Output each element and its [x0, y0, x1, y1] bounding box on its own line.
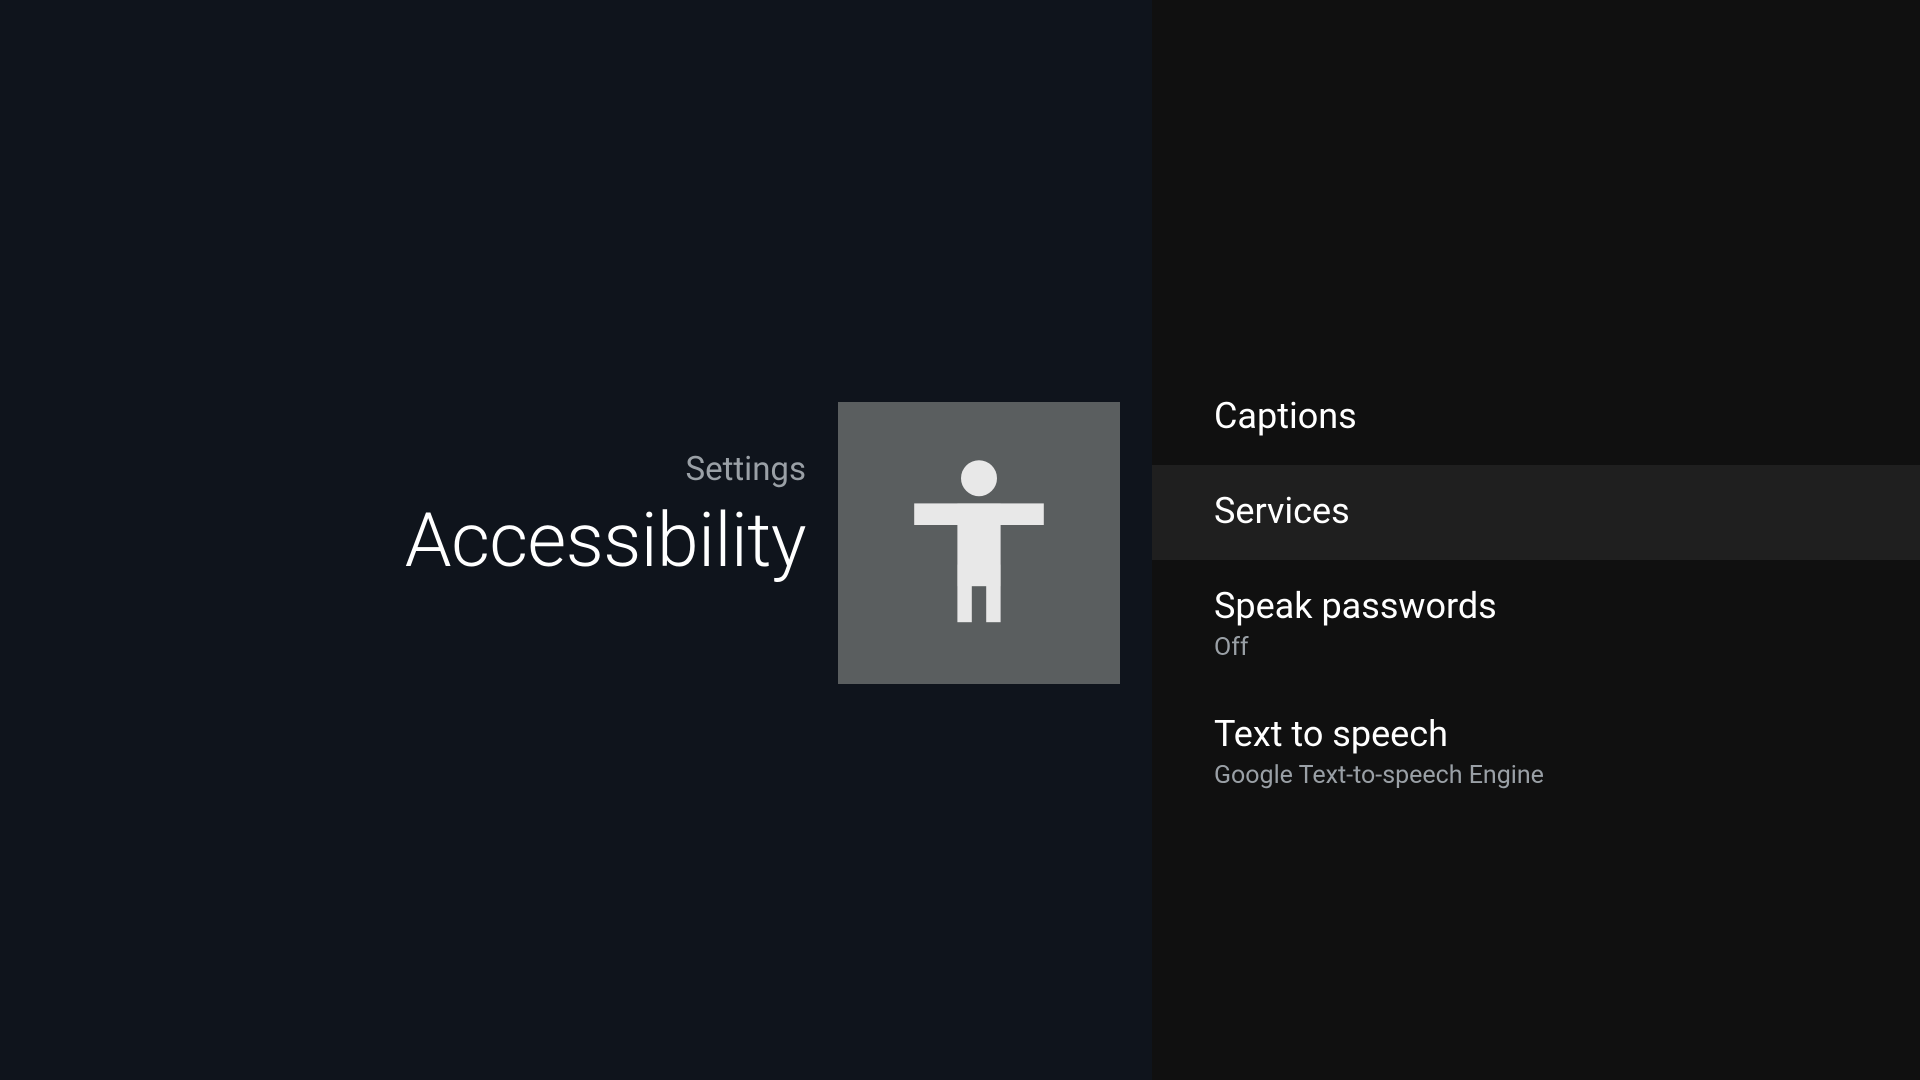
menu-item-speak-passwords[interactable]: Speak passwords Off: [1152, 560, 1920, 688]
settings-screen: Settings Accessibility Captions Services: [0, 0, 1920, 1080]
breadcrumb: Settings: [405, 450, 806, 489]
menu-pane: Captions Services Speak passwords Off Te…: [1152, 0, 1920, 1080]
header-block: Settings Accessibility: [405, 402, 1120, 684]
left-pane: Settings Accessibility: [0, 0, 1152, 1080]
header-text: Settings Accessibility: [405, 402, 806, 585]
menu-item-title: Captions: [1214, 394, 1858, 439]
menu-item-subtitle: Google Text-to-speech Engine: [1214, 761, 1858, 790]
accessibility-icon: [889, 453, 1069, 633]
menu-item-title: Services: [1214, 489, 1858, 534]
menu-item-text-to-speech[interactable]: Text to speech Google Text-to-speech Eng…: [1152, 688, 1920, 816]
page-title: Accessibility: [405, 497, 806, 585]
menu-item-title: Speak passwords: [1214, 584, 1858, 629]
menu-item-captions[interactable]: Captions: [1152, 370, 1920, 465]
menu-item-services[interactable]: Services: [1152, 465, 1920, 560]
accessibility-icon-box: [838, 402, 1120, 684]
menu-item-subtitle: Off: [1214, 633, 1858, 662]
menu-item-title: Text to speech: [1214, 712, 1858, 757]
